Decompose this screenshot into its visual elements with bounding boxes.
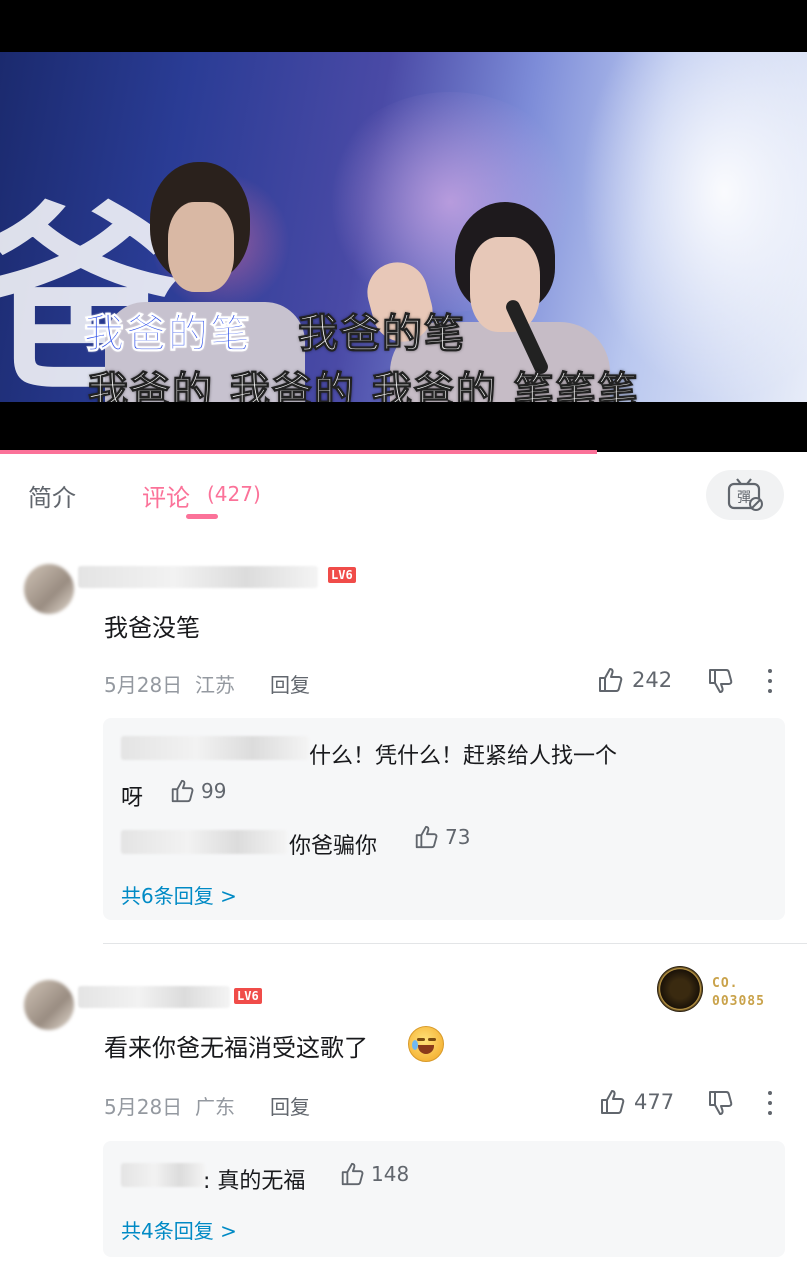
active-tab-indicator xyxy=(186,514,218,519)
fan-medal-icon xyxy=(657,966,703,1012)
view-all-replies-link[interactable]: 共4条回复 > xyxy=(121,1215,237,1244)
video-progress-bar[interactable] xyxy=(0,450,598,454)
like-count: 477 xyxy=(634,1090,675,1114)
reply-like-count: 73 xyxy=(445,825,471,849)
fan-badge-label: CO. xyxy=(712,976,739,991)
reply-username-blurred[interactable] xyxy=(121,830,287,854)
level-badge: LV6 xyxy=(328,567,356,583)
avatar[interactable] xyxy=(24,564,74,614)
view-all-replies-link[interactable]: 共6条回复 > xyxy=(121,880,237,909)
comment-location: 广东 xyxy=(195,1095,235,1119)
reply-text: 你爸骗你 xyxy=(289,834,378,859)
reply-like-button[interactable]: 99 xyxy=(169,778,226,804)
like-count: 242 xyxy=(632,668,673,692)
status-bar xyxy=(0,0,807,52)
comment-text: 我爸没笔 xyxy=(104,614,200,642)
avatar[interactable] xyxy=(24,980,74,1030)
like-button[interactable]: 242 xyxy=(596,666,672,694)
comment-location: 江苏 xyxy=(195,673,235,697)
reply-preview-box[interactable]: 什么！凭什么！赶紧给人找一个 呀 99 你爸骗你 73 共6条回复 > xyxy=(103,718,785,920)
tab-intro[interactable]: 简介 xyxy=(28,478,76,513)
tab-comments[interactable]: 评论 xyxy=(142,478,190,513)
thumbs-up-icon xyxy=(415,825,438,849)
danmaku-toggle-button[interactable]: 彈 xyxy=(706,470,784,520)
video-bottom-bar xyxy=(0,402,807,452)
thumbs-up-icon xyxy=(341,1162,364,1186)
fan-badge-number: 003085 xyxy=(712,994,765,1009)
more-options-icon[interactable] xyxy=(767,1091,773,1115)
comment-date: 5月28日 xyxy=(104,673,183,697)
reply-like-button[interactable]: 73 xyxy=(413,824,470,850)
reply-username-blurred[interactable] xyxy=(121,736,309,760)
lyric-highlighted: 我爸的笔 xyxy=(84,311,252,357)
performer-right-face xyxy=(470,237,540,332)
reply-text: 什么！凭什么！赶紧给人找一个 xyxy=(309,744,618,769)
reply-text-line2: 呀 xyxy=(121,786,144,811)
reply-button[interactable]: 回复 xyxy=(270,1091,310,1120)
thumbs-down-icon[interactable] xyxy=(706,667,734,695)
username-blurred[interactable] xyxy=(78,566,318,588)
lyric-line1: 我爸的笔 xyxy=(298,311,466,357)
more-options-icon[interactable] xyxy=(767,669,773,693)
performer-left-face xyxy=(168,202,234,292)
username-blurred[interactable] xyxy=(78,986,230,1008)
thumbs-up-icon xyxy=(601,1090,625,1114)
thumbs-down-icon[interactable] xyxy=(706,1089,734,1117)
danmaku-off-icon: 彈 xyxy=(727,478,763,511)
comment-text: 看来你爸无福消受这歌了 xyxy=(104,1034,368,1062)
level-badge: LV6 xyxy=(234,988,262,1004)
tab-bar: 简介 评论 (427) 彈 xyxy=(0,456,807,536)
thumbs-up-icon xyxy=(599,668,623,692)
comments-count: (427) xyxy=(207,482,261,506)
reply-username-blurred[interactable] xyxy=(121,1163,205,1187)
stage-light xyxy=(580,52,807,402)
comment-date: 5月28日 xyxy=(104,1095,183,1119)
crying-laughing-emoji xyxy=(408,1026,444,1062)
reply-like-count: 148 xyxy=(371,1162,410,1186)
reply-like-button[interactable]: 148 xyxy=(339,1161,409,1187)
comment-divider xyxy=(103,943,807,944)
reply-like-count: 99 xyxy=(201,779,227,803)
thumbs-up-icon xyxy=(171,779,194,803)
reply-text: : 真的无福 xyxy=(203,1169,306,1194)
svg-text:彈: 彈 xyxy=(737,490,751,506)
reply-preview-box[interactable]: : 真的无福 148 共4条回复 > xyxy=(103,1141,785,1257)
like-button[interactable]: 477 xyxy=(598,1088,674,1116)
reply-button[interactable]: 回复 xyxy=(270,669,310,698)
